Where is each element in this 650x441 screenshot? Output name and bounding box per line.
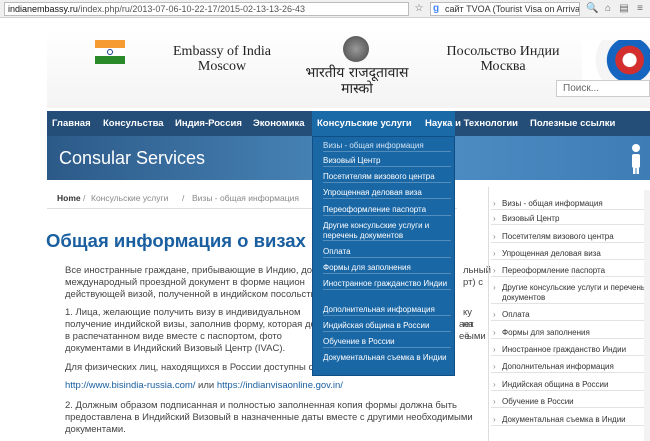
site-header: Embassy of India Moscow भारतीय राजदूतावा… <box>47 28 650 108</box>
nav-item-economy[interactable]: Экономика <box>248 111 310 136</box>
dropdown-item-oci[interactable]: Иностранное гражданство Индии <box>323 279 451 290</box>
dropdown-item-filming[interactable]: Документальная съемка в Индии <box>323 353 451 363</box>
page-title: Общая информация о визах <box>46 230 306 251</box>
feed-icon[interactable]: ▤ <box>618 3 630 15</box>
page-scrollbar[interactable] <box>644 190 650 441</box>
breadcrumb-item-current: Визы - общая информация <box>192 193 299 203</box>
url-host: indianembassy.ru <box>8 4 78 14</box>
browser-search-text: сайт TVOA (Tourist Visa on Arrival) <box>445 4 580 14</box>
dropdown-item-passport[interactable]: Переоформление паспорта <box>323 205 451 216</box>
menu-icon[interactable]: ≡ <box>634 3 646 15</box>
embassy-title-hi: भारतीय राजदूतावास मास्को <box>305 65 409 97</box>
chevron-right-icon: › <box>493 415 496 424</box>
sidebar-item[interactable]: › Оплата <box>491 310 649 321</box>
sidebar-item[interactable]: › Документальная съемка в Индии <box>491 415 649 426</box>
chevron-right-icon: › <box>493 328 496 337</box>
link-indianvisaonline[interactable]: https://indianvisaonline.gov.in/ <box>217 380 343 391</box>
chevron-right-icon: › <box>493 283 496 292</box>
chevron-right-icon: › <box>493 310 496 319</box>
chevron-right-icon: › <box>493 397 496 406</box>
sidebar-item[interactable]: › Визы - общая информация <box>491 199 649 210</box>
breadcrumb-separator: / <box>83 193 86 203</box>
link-bisindia[interactable]: http://www.bisindia-russia.com/ <box>65 380 195 391</box>
dropdown-item-forms[interactable]: Формы для заполнения <box>323 263 451 274</box>
chevron-right-icon: › <box>493 266 496 275</box>
india-flag-icon <box>95 40 125 64</box>
sidebar-item[interactable]: › Иностранное гражданство Индии <box>491 345 649 356</box>
paragraph-links: http://www.bisindia-russia.com/ или http… <box>65 380 343 391</box>
dropdown-item-study[interactable]: Обучение в России <box>323 337 451 348</box>
url-path: /index.php/ru/2013-07-06-10-22-17/2015-0… <box>77 4 306 14</box>
sidebar-item[interactable]: › Посетителям визового центра <box>491 232 649 243</box>
browser-toolbar: indianembassy.ru/index.php/ru/2013-07-06… <box>0 0 650 18</box>
banner-title: Consular Services <box>59 148 206 168</box>
main-navigation: Главная Консульства Индия-Россия Экономи… <box>47 111 650 136</box>
chevron-right-icon: › <box>493 214 496 223</box>
breadcrumb-separator: / <box>182 193 185 203</box>
dropdown-item-visa-center-visitors[interactable]: Посетителям визового центра <box>323 172 451 183</box>
dropdown-item-additional-info[interactable]: Дополнительная информация <box>323 305 451 316</box>
chevron-right-icon: › <box>493 362 496 371</box>
nav-item-consulates[interactable]: Консульства <box>98 111 169 136</box>
dropdown-item-visa-general[interactable]: Визы - общая информация <box>323 141 451 152</box>
address-bar[interactable]: indianembassy.ru/index.php/ru/2013-07-06… <box>4 2 409 16</box>
browser-search-box[interactable]: g сайт TVOA (Tourist Visa on Arrival) <box>430 2 580 16</box>
breadcrumb-item-consular[interactable]: Консульские услуги <box>91 187 168 209</box>
sidebar-item[interactable]: › Переоформление паспорта <box>491 266 649 277</box>
sidebar-item[interactable]: › Обучение в России <box>491 397 649 408</box>
chevron-right-icon: › <box>493 380 496 389</box>
sidebar-item[interactable]: › Формы для заполнения <box>491 328 649 339</box>
sidebar-item[interactable]: › Другие консульские услуги и перечень до… <box>491 283 649 304</box>
consular-services-dropdown: Визы - общая информация Визовый Центр По… <box>312 136 455 376</box>
chevron-right-icon: › <box>493 232 496 241</box>
nav-item-links[interactable]: Полезные ссылки <box>525 111 620 136</box>
dropdown-item-payment[interactable]: Оплата <box>323 247 451 258</box>
breadcrumb-home[interactable]: Home <box>57 187 81 209</box>
nav-item-home[interactable]: Главная <box>47 111 96 136</box>
nav-item-india-russia[interactable]: Индия-Россия <box>170 111 247 136</box>
bookmark-star-icon[interactable]: ☆ <box>413 3 425 15</box>
chevron-right-icon: › <box>493 199 496 208</box>
paragraph-step2: 2. Должным образом подписанная и полност… <box>65 400 473 435</box>
chevron-right-icon: › <box>493 345 496 354</box>
dropdown-item-indian-community[interactable]: Индийская община в России <box>323 321 451 332</box>
sidebar-item[interactable]: › Индийская община в России <box>491 380 649 391</box>
browser-search-go-icon[interactable]: 🔍 <box>586 3 598 15</box>
sidebar-item[interactable]: › Дополнительная информация <box>491 362 649 373</box>
sidebar-item[interactable]: › Упрощенная деловая виза <box>491 249 649 260</box>
site-search-input[interactable]: Поиск... <box>556 80 650 97</box>
home-icon[interactable]: ⌂ <box>602 3 614 15</box>
dropdown-item-visa-center[interactable]: Визовый Центр <box>323 156 451 167</box>
google-icon: g <box>433 3 440 14</box>
dropdown-item-business-visa[interactable]: Упрощенная деловая виза <box>323 188 451 199</box>
embassy-title-en: Embassy of India Moscow <box>173 44 271 74</box>
national-emblem-icon <box>343 36 369 62</box>
sidebar-nav: › Визы - общая информация › Визовый Центр … <box>488 187 650 441</box>
embassy-title-ru: Посольство Индии Москва <box>446 44 560 74</box>
sidebar-item[interactable]: › Визовый Центр <box>491 214 649 225</box>
dropdown-item-other-services[interactable]: Другие консульские услуги и перечень док… <box>323 221 451 241</box>
nav-item-science[interactable]: Наука и Технологии <box>420 111 523 136</box>
person-info-icon <box>632 144 640 174</box>
chevron-right-icon: › <box>493 249 496 258</box>
